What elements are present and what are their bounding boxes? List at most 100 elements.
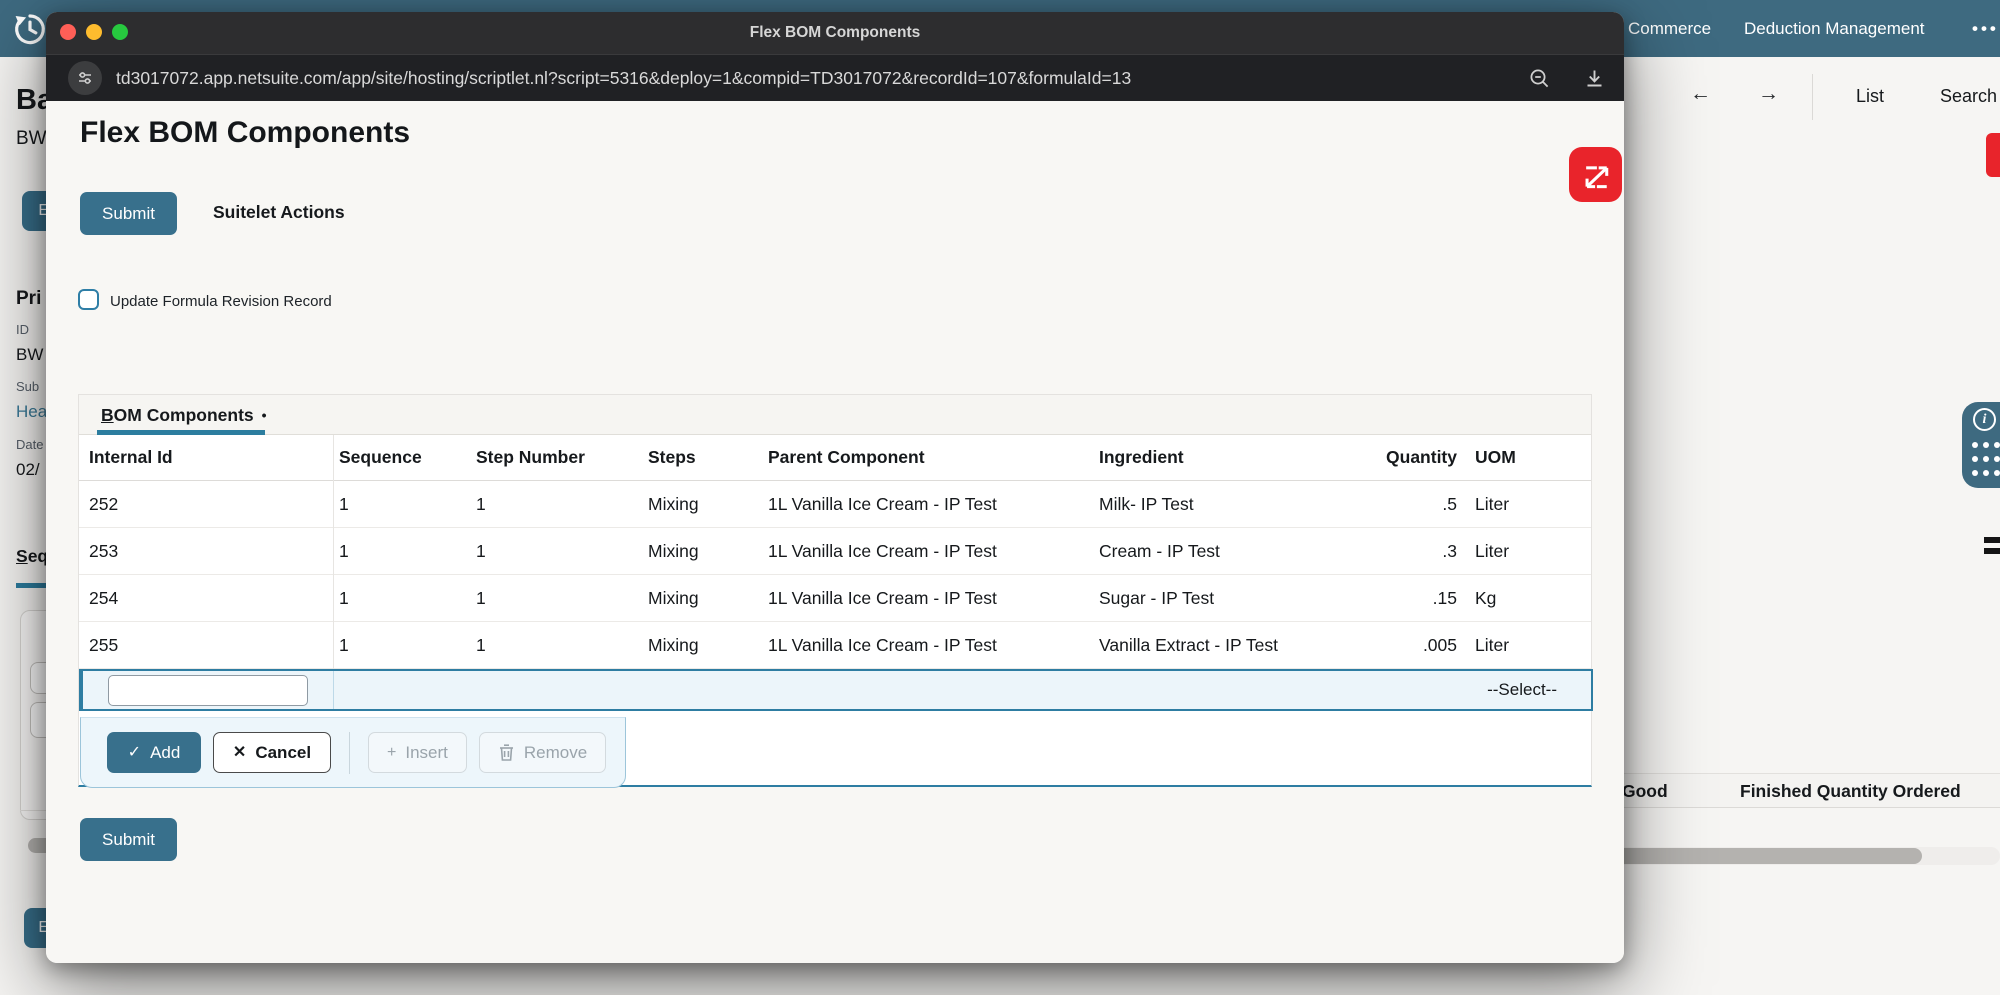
cell-parent-component: 1L Vanilla Ice Cream - IP Test: [762, 635, 1093, 656]
cell-steps: Mixing: [642, 635, 762, 656]
window-titlebar[interactable]: Flex BOM Components: [46, 12, 1624, 54]
remove-line-button[interactable]: Remove: [479, 732, 606, 773]
cell-internal-id: 254: [79, 588, 333, 609]
list-button[interactable]: List: [1856, 86, 1884, 107]
submit-button-top[interactable]: Submit: [80, 192, 177, 235]
cancel-line-button[interactable]: ✕ Cancel: [213, 732, 331, 773]
edge-red-widget[interactable]: [1986, 133, 2000, 177]
col-internal-id: Internal Id: [79, 447, 333, 468]
info-icon: i: [1973, 408, 1996, 431]
update-formula-revision-checkbox[interactable]: [78, 289, 99, 310]
cell-quantity: .5: [1259, 494, 1459, 515]
section-heading-partial: Pri: [16, 288, 41, 310]
list-bars-icon: [1984, 548, 2000, 554]
col-quantity: Quantity: [1259, 447, 1459, 468]
new-line-edit-row: --Select--: [79, 669, 1593, 711]
cell-ingredient: Milk- IP Test: [1093, 494, 1259, 515]
cell-ingredient: Sugar - IP Test: [1093, 588, 1259, 609]
dots-grid-icon: [1969, 438, 2000, 480]
back-arrow-icon[interactable]: ←: [1690, 82, 1711, 106]
feedback-widget-button[interactable]: [1569, 147, 1622, 202]
cell-ingredient: Vanilla Extract - IP Test: [1093, 635, 1259, 656]
cell-step-number: 1: [470, 588, 642, 609]
table-row[interactable]: 255 1 1 Mixing 1L Vanilla Ice Cream - IP…: [79, 622, 1591, 669]
nav-item-commerce[interactable]: Commerce: [1628, 19, 1711, 39]
col-steps: Steps: [642, 447, 762, 468]
cell-sequence: 1: [333, 541, 470, 562]
sublist-column-finished-quantity-ordered: Finished Quantity Ordered: [1740, 781, 1961, 802]
zoom-level-icon[interactable]: [1528, 67, 1551, 90]
active-tab-underline: [97, 430, 265, 435]
list-bars-icon: [1984, 537, 2000, 543]
cell-uom: Liter: [1459, 635, 1593, 656]
tab-label: BOM Components: [101, 405, 254, 426]
cell-uom: Liter: [1459, 541, 1593, 562]
window-title: Flex BOM Components: [46, 12, 1624, 54]
x-icon: ✕: [233, 745, 246, 761]
nav-item-deduction-management[interactable]: Deduction Management: [1744, 19, 1925, 39]
toolbar-divider: [1812, 74, 1813, 120]
cell-step-number: 1: [470, 494, 642, 515]
edit-row-column-divider: [333, 671, 334, 709]
download-icon[interactable]: [1583, 67, 1606, 90]
table-row[interactable]: 254 1 1 Mixing 1L Vanilla Ice Cream - IP…: [79, 575, 1591, 622]
tab-bullet: •: [262, 407, 267, 423]
horizontal-scrollbar-thumb[interactable]: [1600, 848, 1922, 864]
suitelet-page: Flex BOM Components Submit Suitelet Acti…: [46, 101, 1624, 963]
history-icon[interactable]: [12, 11, 48, 47]
cell-step-number: 1: [470, 635, 642, 656]
id-field-label: ID: [16, 322, 29, 337]
record-subtitle-partial: BW: [16, 128, 47, 150]
cell-internal-id: 255: [79, 635, 333, 656]
tab-strip: BOM Components •: [79, 395, 1591, 435]
cell-parent-component: 1L Vanilla Ice Cream - IP Test: [762, 541, 1093, 562]
forward-arrow-icon[interactable]: →: [1758, 82, 1779, 106]
background-tab-partial[interactable]: Seq: [16, 546, 48, 567]
submit-button-bottom[interactable]: Submit: [80, 818, 177, 861]
table-header-row: Internal Id Sequence Step Number Steps P…: [79, 435, 1591, 481]
cell-quantity: .005: [1259, 635, 1459, 656]
cell-steps: Mixing: [642, 588, 762, 609]
cell-quantity: .15: [1259, 588, 1459, 609]
col-step-number: Step Number: [470, 447, 642, 468]
address-field[interactable]: td3017072.app.netsuite.com/app/site/host…: [116, 68, 1131, 89]
cell-parent-component: 1L Vanilla Ice Cream - IP Test: [762, 494, 1093, 515]
tab-bom-components[interactable]: BOM Components •: [101, 395, 267, 435]
table-row[interactable]: 253 1 1 Mixing 1L Vanilla Ice Cream - IP…: [79, 528, 1591, 575]
col-uom: UOM: [1459, 447, 1593, 468]
subsidiary-field-label: Sub: [16, 379, 39, 394]
col-ingredient: Ingredient: [1093, 447, 1259, 468]
cell-parent-component: 1L Vanilla Ice Cream - IP Test: [762, 588, 1093, 609]
cell-uom: Kg: [1459, 588, 1593, 609]
insert-line-button[interactable]: + Insert: [368, 732, 467, 773]
date-field-value: 02/: [16, 460, 40, 480]
site-controls-icon[interactable]: [68, 61, 102, 95]
cell-internal-id: 253: [79, 541, 333, 562]
z-arrows-icon: [1579, 158, 1613, 192]
page-title: Flex BOM Components: [80, 116, 410, 150]
new-row-internal-id-input[interactable]: [108, 675, 308, 706]
column-divider: [333, 435, 334, 669]
sublist-column-partial: Good: [1622, 781, 1668, 802]
update-formula-revision-label: Update Formula Revision Record: [110, 293, 332, 310]
suitelet-actions-menu[interactable]: Suitelet Actions: [213, 202, 345, 223]
cell-internal-id: 252: [79, 494, 333, 515]
col-parent-component: Parent Component: [762, 447, 1093, 468]
add-line-button[interactable]: ✓ Add: [107, 732, 201, 773]
date-field-label: Date: [16, 437, 43, 452]
subsidiary-link-partial[interactable]: Hea: [16, 402, 47, 422]
cell-ingredient: Cream - IP Test: [1093, 541, 1259, 562]
cell-sequence: 1: [333, 588, 470, 609]
cell-quantity: .3: [1259, 541, 1459, 562]
cell-sequence: 1: [333, 494, 470, 515]
bom-components-panel: BOM Components • Internal Id Sequence St…: [78, 394, 1592, 787]
table-row[interactable]: 252 1 1 Mixing 1L Vanilla Ice Cream - IP…: [79, 481, 1591, 528]
new-row-uom-select[interactable]: --Select--: [1487, 671, 1557, 709]
screen: Commerce Deduction Management ••• ← → Li…: [0, 0, 2000, 995]
check-icon: ✓: [128, 745, 141, 761]
col-sequence: Sequence: [333, 447, 470, 468]
plus-icon: +: [387, 745, 396, 761]
popup-browser-window: Flex BOM Components td3017072.app.netsui…: [46, 12, 1624, 963]
nav-overflow-dots-icon[interactable]: •••: [1972, 19, 1999, 39]
search-button[interactable]: Search: [1940, 86, 1997, 107]
